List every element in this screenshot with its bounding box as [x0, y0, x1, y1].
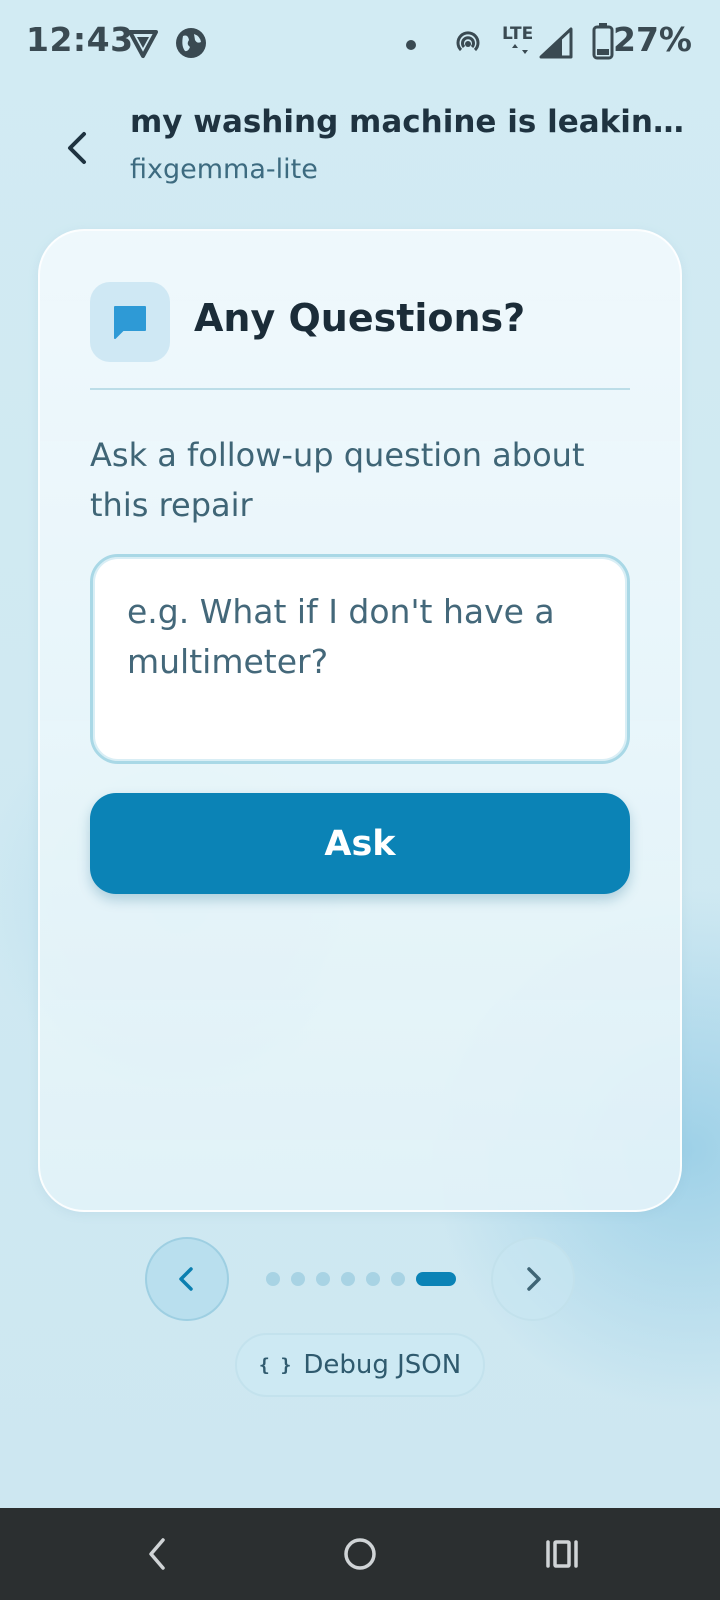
- page-dot-active: [416, 1272, 456, 1286]
- globe-icon: [174, 26, 208, 64]
- vpn-shield-icon: [126, 26, 160, 64]
- next-page-button[interactable]: [491, 1237, 575, 1321]
- system-nav-bar: [0, 1508, 720, 1600]
- divider: [90, 388, 630, 390]
- nav-back-icon: [149, 1538, 165, 1570]
- signal-icon: [538, 26, 574, 64]
- question-input[interactable]: [90, 554, 630, 764]
- page-dot: [316, 1272, 330, 1286]
- nav-recents-button[interactable]: [502, 1508, 622, 1600]
- debug-json-label: Debug JSON: [303, 1350, 462, 1380]
- chevron-left-icon: [179, 1267, 193, 1291]
- notification-dot-icon: [405, 36, 417, 55]
- page-dot: [341, 1272, 355, 1286]
- status-bar: 12:43 LTE 27%: [0, 0, 720, 86]
- status-time: 12:43: [26, 20, 134, 59]
- chevron-left-icon: [68, 132, 86, 164]
- card-title: Any Questions?: [194, 296, 526, 340]
- chat-icon-container: [90, 282, 170, 362]
- nav-home-icon: [344, 1538, 376, 1570]
- page-indicator: [266, 1271, 456, 1287]
- battery-icon: [592, 22, 614, 64]
- page-dot: [291, 1272, 305, 1286]
- hotspot-icon: [452, 26, 484, 62]
- nav-recents-icon: [546, 1540, 578, 1568]
- nav-back-button[interactable]: [98, 1508, 218, 1600]
- page-dot: [266, 1272, 280, 1286]
- lte-text: LTE: [502, 24, 533, 44]
- page-subtitle: fixgemma-lite: [130, 154, 318, 185]
- chat-bubble-icon: [114, 306, 146, 339]
- page-dot: [366, 1272, 380, 1286]
- chevron-right-icon: [527, 1267, 541, 1291]
- prompt-text: Ask a follow-up question about this repa…: [90, 436, 585, 524]
- page-title: my washing machine is leaking w...: [130, 104, 700, 140]
- back-button[interactable]: [56, 120, 100, 176]
- code-braces-icon: { }: [258, 1354, 292, 1376]
- battery-percentage: 27%: [613, 20, 692, 59]
- ask-button[interactable]: Ask: [90, 793, 630, 894]
- lte-icon: LTE: [500, 22, 538, 66]
- previous-page-button[interactable]: [145, 1237, 229, 1321]
- debug-json-button[interactable]: { } Debug JSON: [235, 1333, 485, 1397]
- page-dot: [391, 1272, 405, 1286]
- nav-home-button[interactable]: [300, 1508, 420, 1600]
